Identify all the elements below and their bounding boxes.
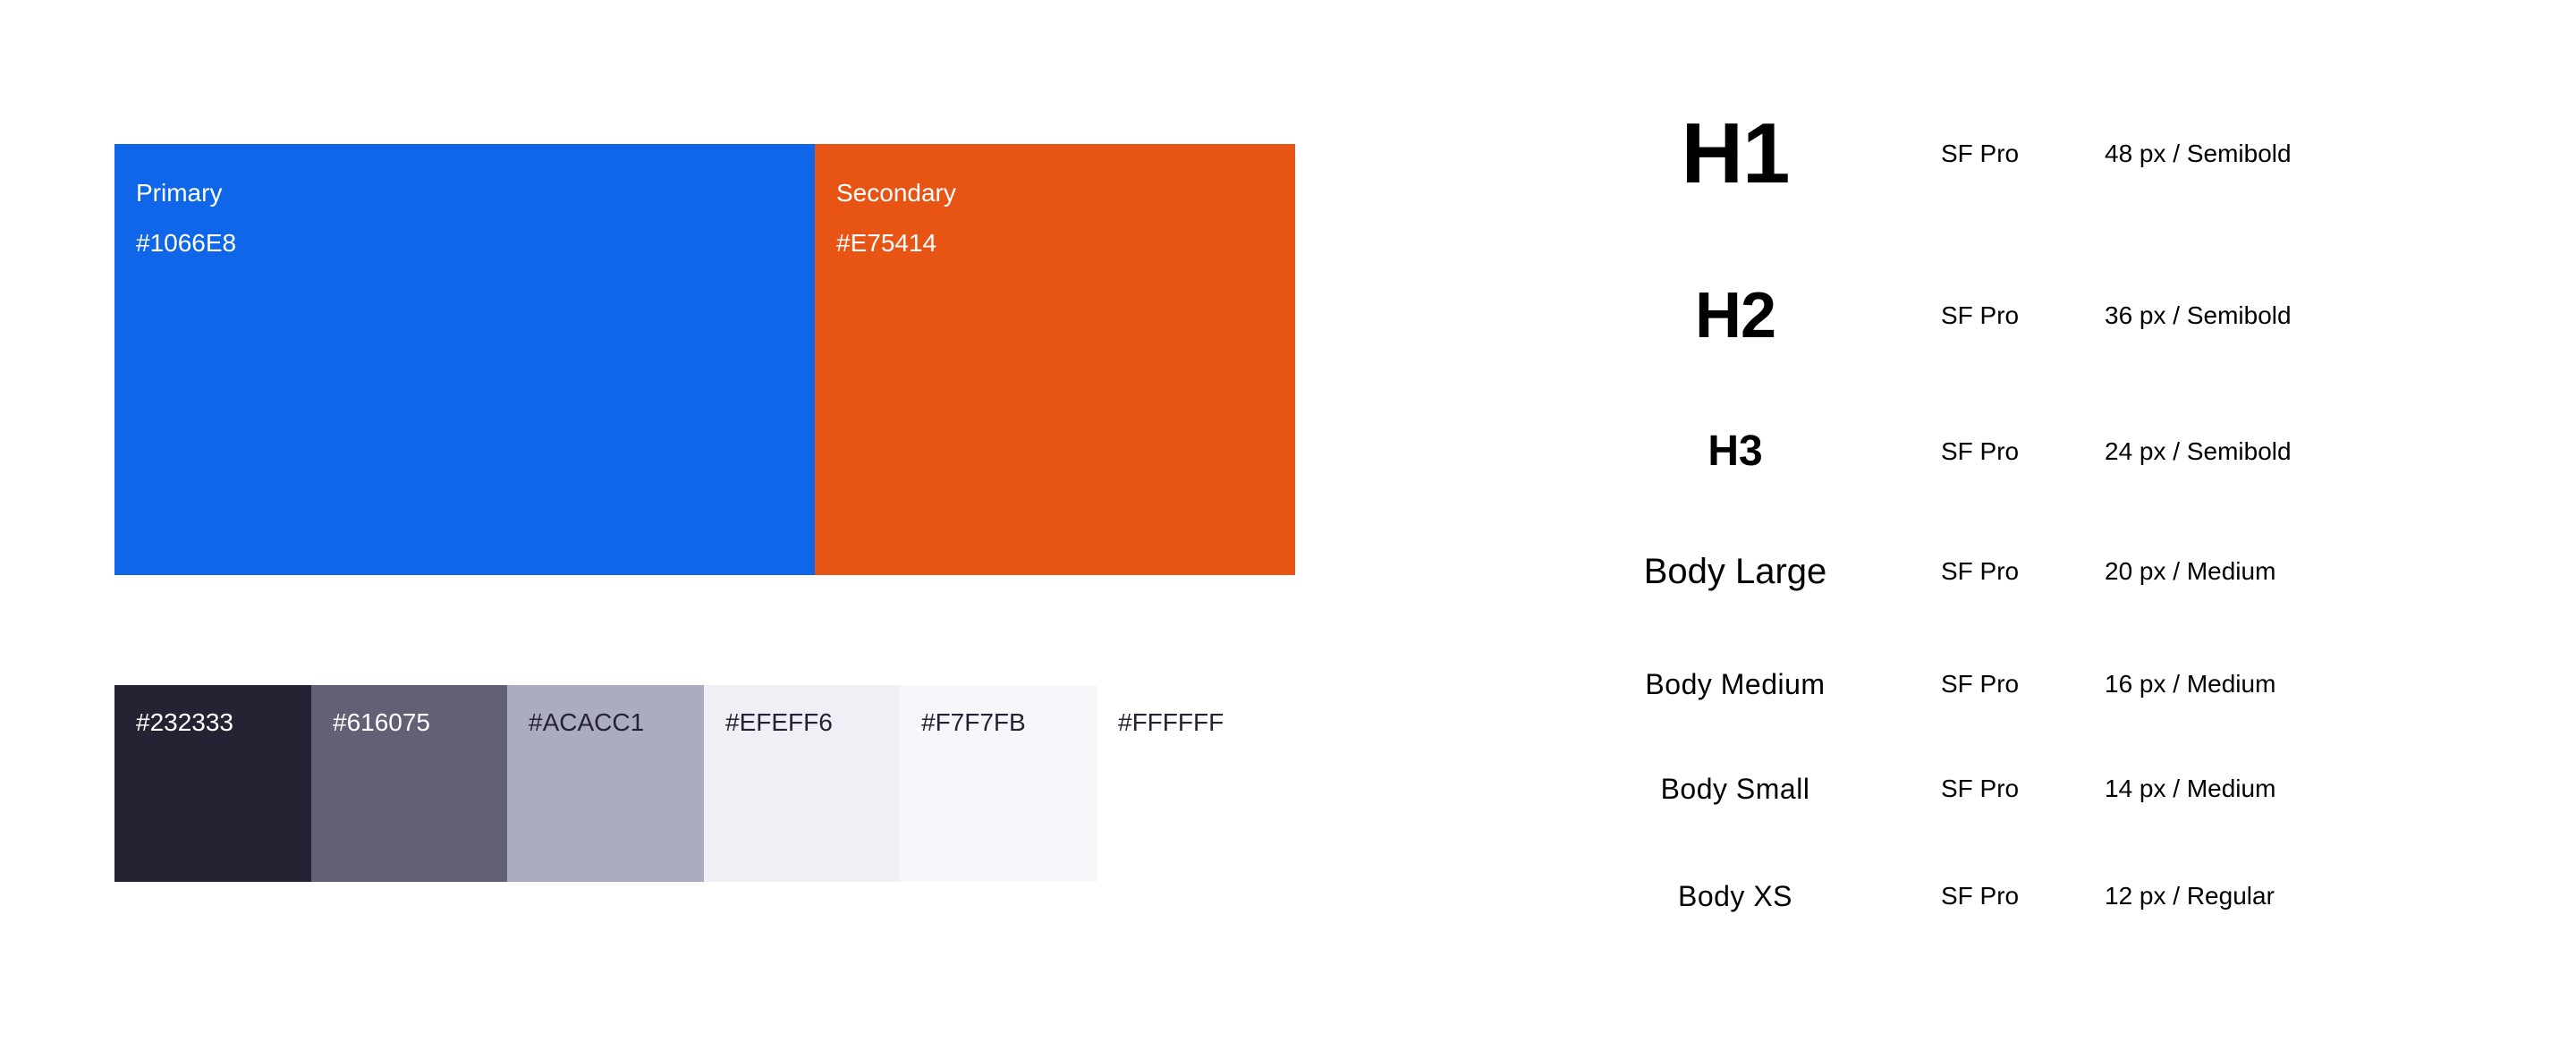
type-spec: 20 px / Medium — [2105, 557, 2276, 585]
primary-color-swatch: Primary #1066E8 — [114, 144, 815, 575]
type-sample-h1: H1 — [1681, 106, 1791, 201]
type-font-name: SF Pro — [1941, 882, 2020, 910]
type-sample-body-medium: Body Medium — [1645, 668, 1826, 700]
secondary-color-swatch: Secondary #E75414 — [815, 144, 1295, 575]
type-font-name: SF Pro — [1941, 670, 2020, 698]
type-spec: 48 px / Semibold — [2105, 140, 2292, 167]
neutral-swatch: #F7F7FB — [900, 685, 1097, 882]
type-row-h3: H3 SF Pro 24 px / Semibold — [1521, 398, 2415, 505]
neutral-swatch: #616075 — [311, 685, 507, 882]
type-sample-body-xs: Body XS — [1677, 880, 1792, 912]
type-font-name: SF Pro — [1941, 775, 2020, 802]
neutral-swatch: #EFEFF6 — [704, 685, 900, 882]
type-row-body-small: Body Small SF Pro 14 px / Medium — [1521, 735, 2415, 843]
neutral-swatch: #232333 — [114, 685, 311, 882]
type-font-name: SF Pro — [1941, 301, 2020, 329]
secondary-color-name: Secondary — [836, 179, 956, 207]
type-row-body-medium: Body Medium SF Pro 16 px / Medium — [1521, 631, 2415, 738]
type-row-body-xs: Body XS SF Pro 12 px / Regular — [1521, 843, 2415, 950]
type-sample-body-small: Body Small — [1660, 773, 1810, 805]
type-sample-h2: H2 — [1694, 280, 1776, 351]
type-spec: 16 px / Medium — [2105, 670, 2276, 698]
neutral-swatch-hex: #232333 — [136, 708, 234, 736]
type-font-name: SF Pro — [1941, 557, 2020, 585]
type-row-body-large: Body Large SF Pro 20 px / Medium — [1521, 518, 2415, 625]
type-spec: 12 px / Regular — [2105, 882, 2275, 910]
primary-color-hex: #1066E8 — [136, 229, 237, 257]
neutral-swatch: #FFFFFF — [1097, 685, 1293, 882]
neutral-swatch: #ACACC1 — [507, 685, 704, 882]
type-row-h2: H2 SF Pro 36 px / Semibold — [1521, 262, 2415, 369]
type-font-name: SF Pro — [1941, 437, 2020, 465]
neutral-swatch-hex: #616075 — [333, 708, 431, 736]
type-sample-h3: H3 — [1707, 428, 1763, 475]
type-font-name: SF Pro — [1941, 140, 2020, 167]
type-sample-body-large: Body Large — [1643, 552, 1827, 591]
neutral-swatch-hex: #FFFFFF — [1118, 708, 1224, 736]
type-row-h1: H1 SF Pro 48 px / Semibold — [1521, 100, 2415, 207]
secondary-color-hex: #E75414 — [836, 229, 937, 257]
type-spec: 14 px / Medium — [2105, 775, 2276, 802]
type-spec: 24 px / Semibold — [2105, 437, 2292, 465]
neutral-swatch-hex: #ACACC1 — [529, 708, 645, 736]
neutral-swatch-hex: #EFEFF6 — [725, 708, 833, 736]
primary-color-name: Primary — [136, 179, 223, 207]
neutral-swatch-hex: #F7F7FB — [921, 708, 1026, 736]
type-spec: 36 px / Semibold — [2105, 301, 2292, 329]
